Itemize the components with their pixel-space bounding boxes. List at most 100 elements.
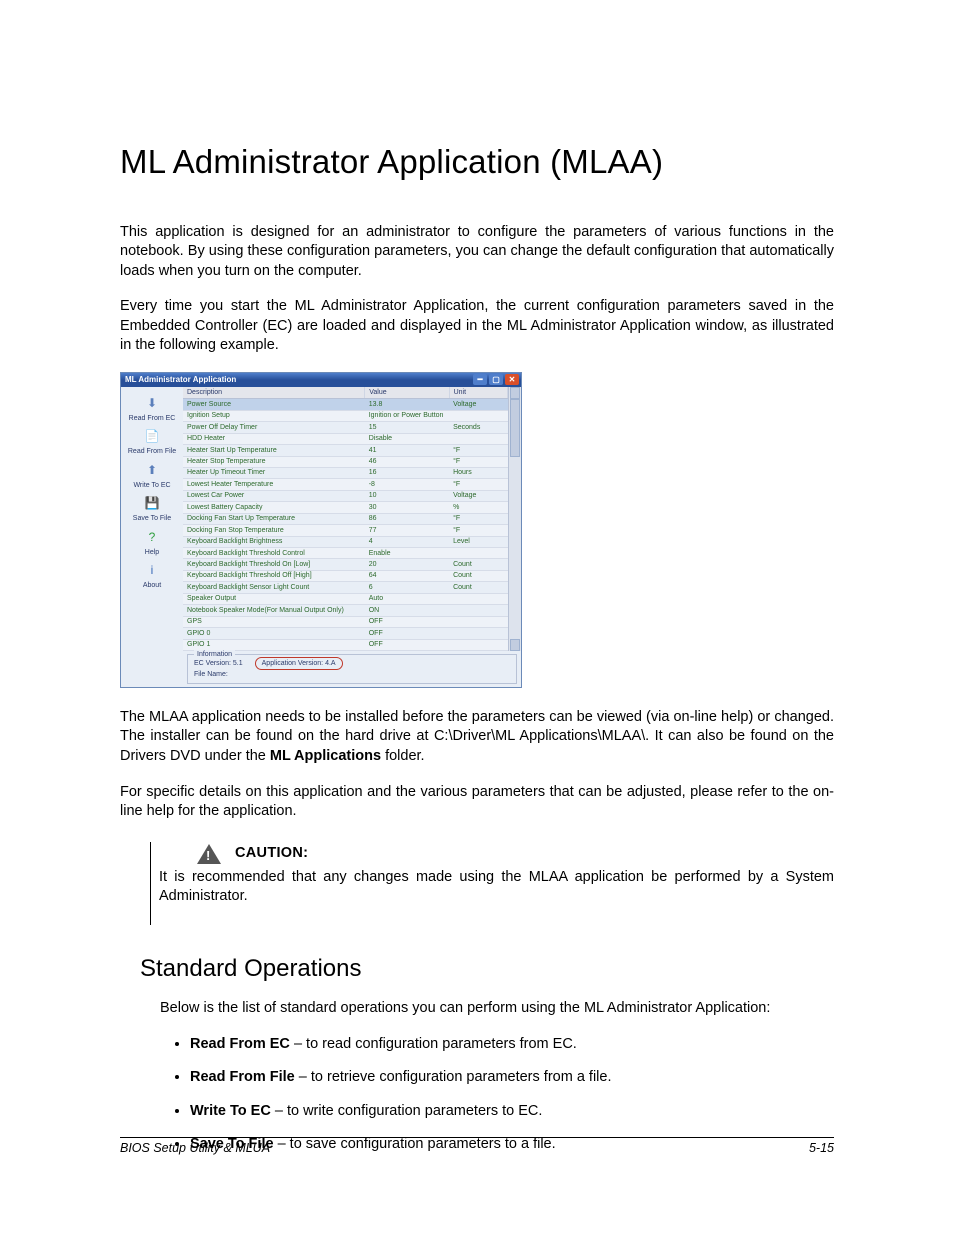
sidebar-item-label: About (139, 581, 165, 590)
op-name: Write To EC (190, 1103, 271, 1119)
table-cell: Power Off Delay Timer (183, 422, 365, 433)
sidebar-item-label: Save To File (133, 514, 171, 523)
table-row[interactable]: Ignition SetupIgnition or Power Button (183, 410, 508, 421)
table-cell: 20 (365, 559, 449, 570)
table-cell: °F (449, 479, 507, 490)
table-cell: Lowest Heater Temperature (183, 479, 365, 490)
table-row[interactable]: Keyboard Backlight Threshold ControlEnab… (183, 548, 508, 559)
table-row[interactable]: Power Off Delay Timer15Seconds (183, 422, 508, 433)
table-cell: 64 (365, 570, 449, 581)
maximize-icon[interactable]: ▢ (489, 374, 503, 385)
list-item: Read From EC – to read configuration par… (190, 1035, 834, 1055)
col-value[interactable]: Value (365, 387, 449, 399)
table-cell (449, 410, 507, 421)
table-row[interactable]: Docking Fan Start Up Temperature86°F (183, 513, 508, 524)
table-cell: Count (449, 559, 507, 570)
footer-right: 5-15 (809, 1140, 834, 1157)
paragraph-refer-help: For specific details on this application… (120, 783, 834, 822)
table-row[interactable]: GPIO 1OFF (183, 639, 508, 650)
sidebar-about[interactable]: i About (139, 558, 165, 590)
table-cell: °F (449, 456, 507, 467)
table-cell: HDD Heater (183, 433, 365, 444)
vertical-scrollbar[interactable] (508, 387, 521, 651)
table-cell (449, 593, 507, 604)
sidebar-write-to-ec[interactable]: ⬆ Write To EC (133, 458, 170, 490)
warning-icon (197, 844, 221, 864)
sidebar-help[interactable]: ? Help (139, 525, 165, 557)
standard-operations-heading: Standard Operations (140, 953, 834, 985)
table-cell (449, 548, 507, 559)
paragraph-intro: This application is designed for an admi… (120, 223, 834, 282)
info-legend: Information (194, 650, 235, 659)
table-cell: Disable (365, 433, 449, 444)
sidebar-read-from-ec[interactable]: ⬇ Read From EC (129, 391, 176, 423)
table-cell: Power Source (183, 399, 365, 410)
footer-left: BIOS Setup Utility & MLUA (120, 1140, 270, 1157)
table-cell: 4 (365, 536, 449, 547)
table-cell: 86 (365, 513, 449, 524)
app-sidebar: ⬇ Read From EC 📄 Read From File ⬆ Write … (121, 387, 183, 687)
table-cell: Voltage (449, 399, 507, 410)
table-row[interactable]: Lowest Car Power10Voltage (183, 490, 508, 501)
op-desc: – to write configuration parameters to E… (271, 1103, 543, 1119)
table-cell (449, 616, 507, 627)
sidebar-read-from-file[interactable]: 📄 Read From File (128, 424, 176, 456)
table-cell: Docking Fan Start Up Temperature (183, 513, 365, 524)
table-cell (449, 605, 507, 616)
table-cell: 6 (365, 582, 449, 593)
table-row[interactable]: Lowest Battery Capacity30% (183, 502, 508, 513)
table-row[interactable]: HDD HeaterDisable (183, 433, 508, 444)
table-row[interactable]: Notebook Speaker Mode(For Manual Output … (183, 605, 508, 616)
help-icon: ? (139, 527, 165, 547)
table-cell: 77 (365, 525, 449, 536)
table-cell: Speaker Output (183, 593, 365, 604)
table-cell: Heater Up Timeout Timer (183, 467, 365, 478)
table-cell: Voltage (449, 490, 507, 501)
caution-text: It is recommended that any changes made … (159, 868, 834, 907)
table-cell: GPS (183, 616, 365, 627)
list-item: Write To EC – to write configuration par… (190, 1102, 834, 1122)
table-row[interactable]: Heater Stop Temperature46°F (183, 456, 508, 467)
table-cell: Level (449, 536, 507, 547)
page-footer: BIOS Setup Utility & MLUA 5-15 (120, 1137, 834, 1157)
info-group: Information EC Version: 5.1 Application … (187, 654, 517, 684)
table-row[interactable]: Heater Start Up Temperature41°F (183, 445, 508, 456)
table-row[interactable]: GPIO 0OFF (183, 628, 508, 639)
close-icon[interactable]: ✕ (505, 374, 519, 385)
sidebar-save-to-file[interactable]: 💾 Save To File (133, 491, 171, 523)
table-cell: GPIO 1 (183, 639, 365, 650)
caution-label: CAUTION: (235, 844, 308, 864)
table-row[interactable]: Keyboard Backlight Sensor Light Count6Co… (183, 582, 508, 593)
app-version-highlight: Application Version: 4.A (255, 657, 343, 670)
col-unit[interactable]: Unit (449, 387, 507, 399)
table-row[interactable]: Power Source13.8Voltage (183, 399, 508, 410)
table-cell: Keyboard Backlight Sensor Light Count (183, 582, 365, 593)
text-run: The MLAA application needs to be install… (120, 709, 834, 764)
table-cell: Keyboard Backlight Threshold On [Low] (183, 559, 365, 570)
op-name: Read From File (190, 1069, 295, 1085)
table-cell (449, 628, 507, 639)
table-row[interactable]: Heater Up Timeout Timer16Hours (183, 467, 508, 478)
table-row[interactable]: Keyboard Backlight Brightness4Level (183, 536, 508, 547)
paragraph-install: The MLAA application needs to be install… (120, 708, 834, 767)
table-row[interactable]: Speaker OutputAuto (183, 593, 508, 604)
minimize-icon[interactable]: ━ (473, 374, 487, 385)
table-row[interactable]: Keyboard Backlight Threshold On [Low]20C… (183, 559, 508, 570)
ml-applications-folder: ML Applications (270, 748, 381, 764)
table-cell: °F (449, 525, 507, 536)
table-cell: 46 (365, 456, 449, 467)
table-cell: GPIO 0 (183, 628, 365, 639)
window-titlebar: ML Administrator Application ━ ▢ ✕ (121, 373, 521, 387)
op-desc: – to retrieve configuration parameters f… (295, 1069, 612, 1085)
table-cell: °F (449, 513, 507, 524)
table-row[interactable]: Keyboard Backlight Threshold Off [High]6… (183, 570, 508, 581)
table-cell: 16 (365, 467, 449, 478)
table-cell: OFF (365, 639, 449, 650)
col-description[interactable]: Description (183, 387, 365, 399)
table-row[interactable]: Docking Fan Stop Temperature77°F (183, 525, 508, 536)
param-table[interactable]: Description Value Unit Power Source13.8V… (183, 387, 508, 651)
table-row[interactable]: Lowest Heater Temperature-8°F (183, 479, 508, 490)
table-cell: -8 (365, 479, 449, 490)
table-cell (449, 639, 507, 650)
table-row[interactable]: GPSOFF (183, 616, 508, 627)
